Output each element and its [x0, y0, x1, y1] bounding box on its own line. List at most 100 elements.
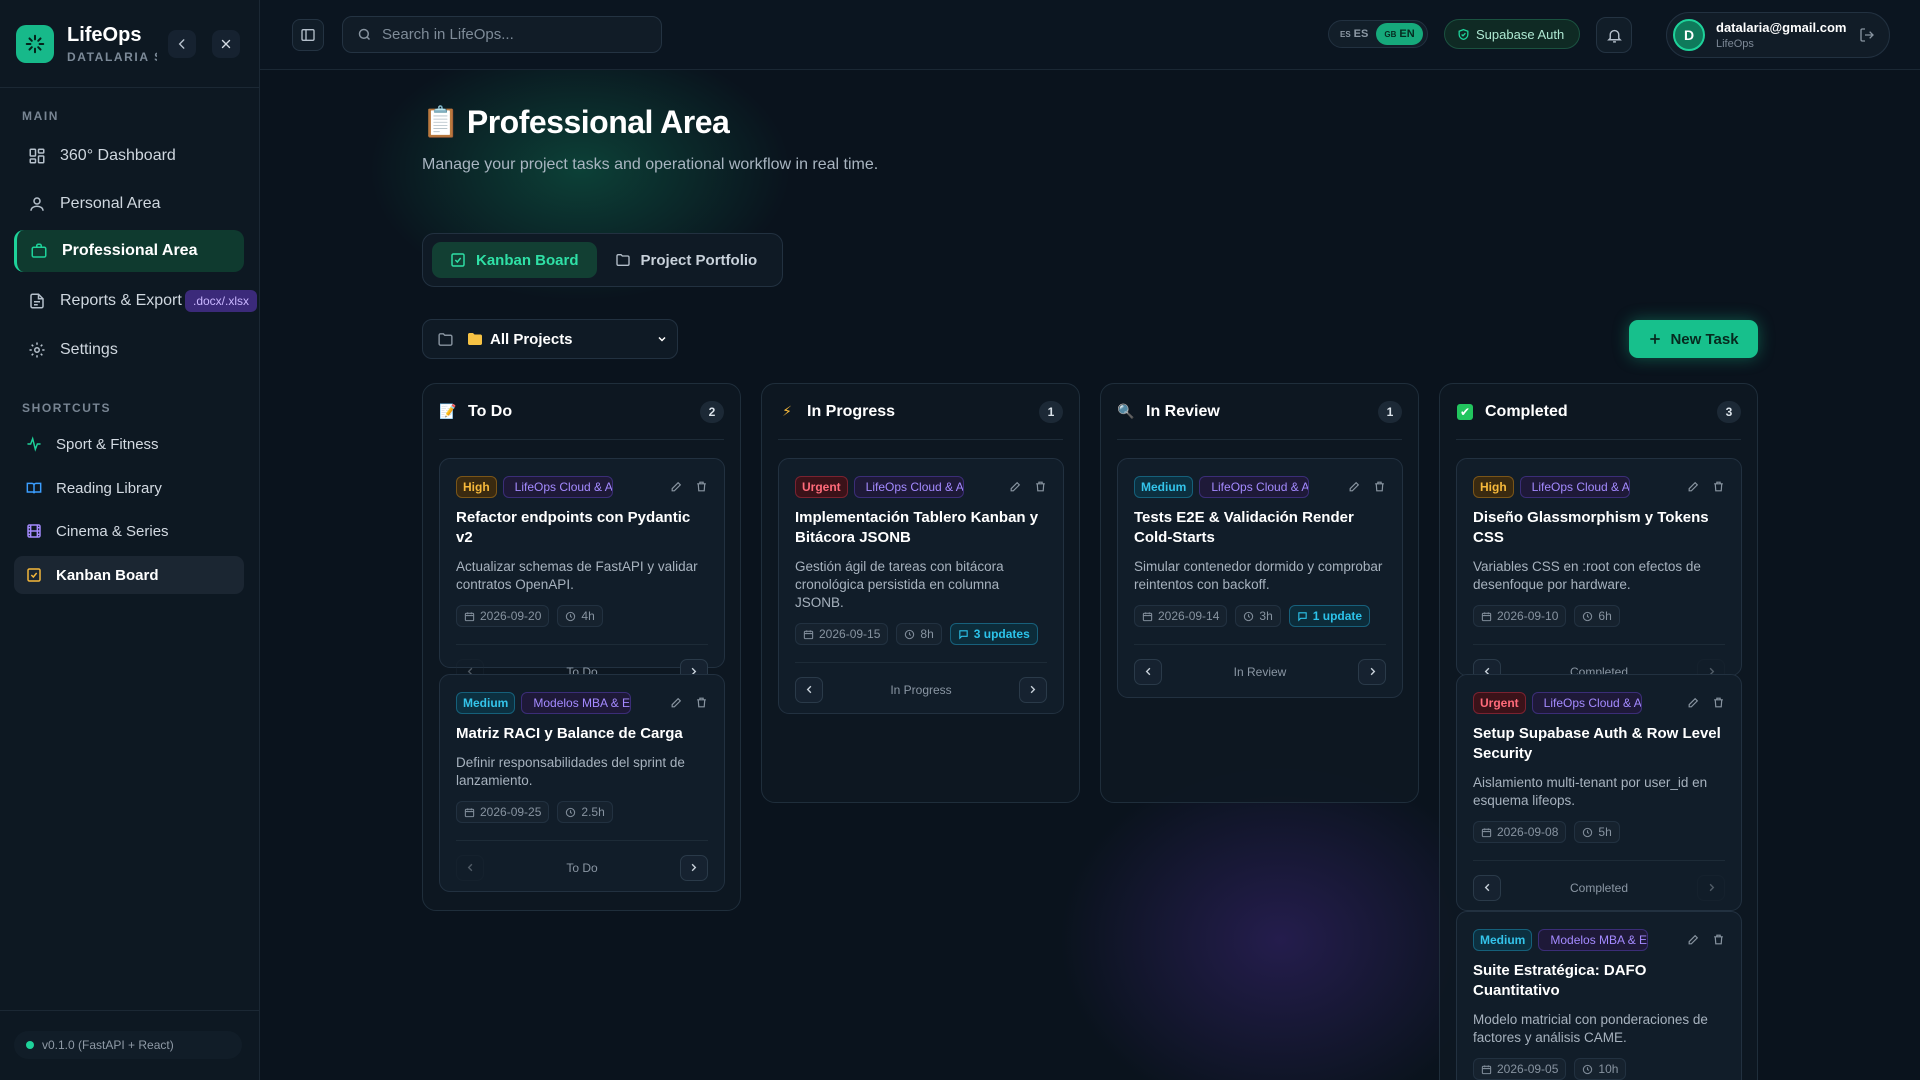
toggle-sidebar-button[interactable]	[292, 19, 324, 51]
card-description: Variables CSS en :root con efectos de de…	[1473, 559, 1701, 592]
trash-icon[interactable]	[1373, 480, 1386, 493]
view-tabs: Kanban Board Project Portfolio	[422, 233, 783, 287]
chevron-down-icon	[656, 333, 668, 345]
comment-icon	[958, 629, 969, 640]
auth-label: Supabase Auth	[1476, 26, 1565, 42]
clock-icon	[1243, 611, 1254, 622]
sidebar-item-dashboard[interactable]: 360° Dashboard	[14, 135, 244, 177]
move-right-button[interactable]	[1358, 658, 1386, 685]
search-input[interactable]	[382, 26, 642, 43]
project-tag: LifeOps Cloud & AI	[1531, 691, 1642, 714]
priority-badge: Medium	[1473, 928, 1533, 951]
kanban-column-in-review: 🔍 In Review 1 Medium LifeOps Cloud & AI …	[1100, 383, 1419, 803]
move-left-button[interactable]	[456, 854, 484, 881]
updates-chip[interactable]: 1 update	[1288, 605, 1371, 627]
close-sidebar-button[interactable]	[212, 30, 240, 58]
trash-icon[interactable]	[1712, 480, 1725, 493]
due-date: 2026-09-14	[1158, 609, 1220, 623]
move-left-button[interactable]	[1134, 658, 1162, 685]
sidebar-item-professional[interactable]: Professional Area	[14, 230, 244, 272]
new-task-label: New Task	[1670, 330, 1739, 348]
new-task-button[interactable]: New Task	[1629, 320, 1758, 358]
hours: 6h	[1598, 609, 1612, 623]
edit-icon[interactable]	[1687, 696, 1700, 709]
edit-icon[interactable]	[1348, 480, 1361, 493]
edit-icon[interactable]	[1009, 480, 1022, 493]
edit-icon[interactable]	[1687, 480, 1700, 493]
shortcut-cinema-series[interactable]: Cinema & Series	[14, 512, 244, 550]
card-title: Refactor endpoints con Pydantic v2	[456, 509, 691, 546]
task-card[interactable]: High LifeOps Cloud & AI Refactor endpoin…	[439, 458, 725, 685]
trash-icon[interactable]	[1034, 480, 1047, 493]
task-card[interactable]: Urgent LifeOps Cloud & AI Setup Supabase…	[1456, 674, 1742, 911]
card-status: In Review	[1233, 664, 1287, 679]
priority-badge: Urgent	[1473, 691, 1526, 714]
card-description: Modelo matricial con ponderaciones de fa…	[1473, 1012, 1708, 1045]
sidebar-item-label: Settings	[60, 341, 118, 358]
due-date: 2026-09-15	[819, 627, 881, 641]
card-description: Gestión ágil de tareas con bitácora cron…	[795, 559, 1004, 610]
chevron-left-icon	[1482, 882, 1493, 893]
move-left-button[interactable]	[795, 676, 823, 703]
project-tag: Modelos MBA & Estrategia	[1538, 928, 1649, 951]
es-flag-icon: ES	[1340, 29, 1351, 39]
hours-chip: 2.5h	[557, 801, 613, 823]
chevron-left-icon	[1143, 666, 1154, 677]
card-status: Completed	[1569, 880, 1629, 895]
shortcut-label: Kanban Board	[56, 566, 159, 584]
edit-icon[interactable]	[670, 480, 683, 493]
lang-option-es[interactable]: ES ES	[1332, 23, 1376, 45]
move-right-button[interactable]	[679, 854, 708, 881]
move-right-button[interactable]	[1697, 874, 1725, 901]
trash-icon[interactable]	[695, 480, 708, 493]
task-card[interactable]: Medium Modelos MBA & Estrategia Matriz R…	[439, 674, 725, 892]
due-date: 2026-09-20	[480, 609, 542, 623]
user-menu[interactable]: D datalaria@gmail.com LifeOps	[1666, 12, 1890, 58]
task-card[interactable]: Medium LifeOps Cloud & AI Tests E2E & Va…	[1117, 458, 1403, 698]
sidebar-item-personal[interactable]: Personal Area	[14, 183, 244, 225]
tab-kanban-board[interactable]: Kanban Board	[432, 242, 597, 278]
kanban-column-in-progress: ⚡ In Progress 1 Urgent LifeOps Cloud & A…	[761, 383, 1080, 803]
column-count: 1	[1378, 400, 1402, 423]
shortcut-sport-fitness[interactable]: Sport & Fitness	[14, 425, 244, 463]
sidebar-item-label: Reports & Export	[60, 292, 182, 309]
due-date: 2026-09-05	[1497, 1062, 1559, 1076]
hours-chip: 4h	[557, 605, 603, 627]
edit-icon[interactable]	[1687, 933, 1700, 946]
version-label: v0.1.0 (FastAPI + React)	[42, 1038, 174, 1052]
status-dot-icon	[26, 1041, 34, 1049]
hours-chip: 10h	[1574, 1058, 1627, 1080]
priority-badge: Medium	[1134, 475, 1194, 498]
user-email: datalaria@gmail.com	[1716, 20, 1847, 35]
project-tag: Modelos MBA & Estrategia	[521, 691, 632, 714]
notifications-button[interactable]	[1596, 17, 1632, 53]
updates-chip[interactable]: 3 updates	[949, 623, 1038, 645]
trash-icon[interactable]	[1712, 696, 1725, 709]
sidebar-item-settings[interactable]: Settings	[14, 329, 244, 371]
task-card[interactable]: High LifeOps Cloud & AI Diseño Glassmorp…	[1456, 458, 1742, 685]
collapse-sidebar-button[interactable]	[168, 30, 196, 58]
card-status: To Do	[566, 860, 598, 875]
sidebar-item-label: Personal Area	[60, 195, 161, 212]
trash-icon[interactable]	[695, 696, 708, 709]
edit-icon[interactable]	[670, 696, 683, 709]
hours-chip: 8h	[896, 623, 942, 645]
language-switch[interactable]: ES ES GB EN	[1328, 20, 1428, 48]
shortcut-kanban-board[interactable]: Kanban Board	[14, 556, 244, 594]
move-left-button[interactable]	[1473, 874, 1501, 901]
clipboard-icon: 📋	[422, 106, 459, 139]
shortcut-reading-library[interactable]: Reading Library	[14, 469, 244, 507]
project-filter-select[interactable]: All Projects	[422, 319, 678, 359]
task-card[interactable]: Urgent LifeOps Cloud & AI Implementación…	[778, 458, 1064, 714]
tab-project-portfolio[interactable]: Project Portfolio	[597, 242, 776, 278]
shortcut-label: Reading Library	[56, 479, 162, 497]
clock-icon	[1582, 827, 1593, 838]
task-card[interactable]: Medium Modelos MBA & Estrategia Suite Es…	[1456, 911, 1742, 1080]
due-date-chip: 2026-09-05	[1473, 1058, 1567, 1080]
due-date-chip: 2026-09-20	[456, 605, 550, 627]
trash-icon[interactable]	[1712, 933, 1725, 946]
logout-icon[interactable]	[1859, 27, 1875, 43]
move-right-button[interactable]	[1018, 676, 1047, 703]
card-title: Implementación Tablero Kanban y Bitácora…	[795, 509, 1039, 546]
lang-option-en[interactable]: GB EN	[1376, 23, 1423, 45]
